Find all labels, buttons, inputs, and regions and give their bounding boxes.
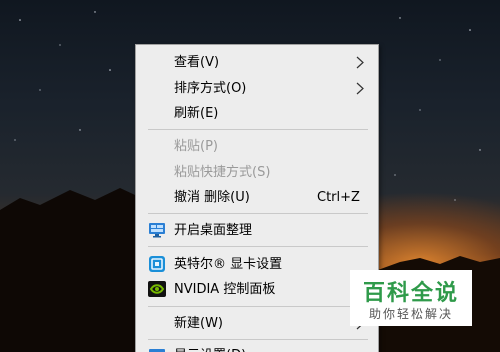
menu-item-label: NVIDIA 控制面板 bbox=[174, 282, 276, 297]
menu-item-view[interactable]: 查看(V) bbox=[136, 50, 378, 75]
menu-separator bbox=[148, 246, 368, 247]
shortcut-text: Ctrl+Z bbox=[317, 190, 360, 205]
menu-item-undo-delete[interactable]: 撤消 删除(U) Ctrl+Z bbox=[136, 185, 378, 210]
display-settings-icon bbox=[149, 349, 165, 352]
desktop-context-menu: 查看(V) 排序方式(O) 刷新(E) 粘贴(P) 粘贴快捷方式(S) 撤消 删… bbox=[135, 44, 379, 352]
menu-item-label: 查看(V) bbox=[174, 55, 220, 70]
watermark-subtitle: 助你轻松解决 bbox=[368, 307, 453, 321]
menu-item-label: 撤消 删除(U) bbox=[174, 190, 250, 205]
menu-item-desktop-organize[interactable]: 开启桌面整理 bbox=[136, 218, 378, 243]
chevron-right-icon bbox=[356, 56, 364, 69]
menu-item-display-settings[interactable]: 显示设置(D) bbox=[136, 343, 378, 352]
menu-item-label: 刷新(E) bbox=[174, 106, 219, 121]
desktop-background[interactable]: 查看(V) 排序方式(O) 刷新(E) 粘贴(P) 粘贴快捷方式(S) 撤消 删… bbox=[0, 0, 500, 352]
menu-item-intel-graphics[interactable]: 英特尔® 显卡设置 bbox=[136, 252, 378, 277]
chevron-right-icon bbox=[356, 82, 364, 95]
nvidia-icon bbox=[148, 281, 166, 297]
menu-separator bbox=[148, 213, 368, 214]
desktop-organize-icon bbox=[149, 223, 165, 238]
menu-item-label: 显示设置(D) bbox=[174, 343, 246, 352]
menu-item-label: 开启桌面整理 bbox=[174, 223, 253, 238]
menu-item-paste: 粘贴(P) bbox=[136, 134, 378, 159]
menu-separator bbox=[148, 339, 368, 340]
watermark-logo: 百科全说 助你轻松解决 bbox=[350, 270, 472, 326]
watermark-title: 百科全说 bbox=[362, 281, 459, 306]
menu-item-label: 排序方式(O) bbox=[174, 81, 247, 96]
menu-item-label: 英特尔® 显卡设置 bbox=[174, 257, 283, 272]
intel-graphics-icon bbox=[149, 256, 165, 272]
menu-item-new[interactable]: 新建(W) bbox=[136, 311, 378, 336]
menu-item-sort-by[interactable]: 排序方式(O) bbox=[136, 76, 378, 101]
menu-item-label: 粘贴(P) bbox=[174, 139, 218, 154]
menu-item-label: 粘贴快捷方式(S) bbox=[174, 165, 271, 180]
menu-item-nvidia-control-panel[interactable]: NVIDIA 控制面板 bbox=[136, 277, 378, 302]
menu-separator bbox=[148, 129, 368, 130]
menu-item-paste-shortcut: 粘贴快捷方式(S) bbox=[136, 160, 378, 185]
menu-item-label: 新建(W) bbox=[174, 316, 223, 331]
menu-item-refresh[interactable]: 刷新(E) bbox=[136, 101, 378, 126]
menu-separator bbox=[148, 306, 368, 307]
